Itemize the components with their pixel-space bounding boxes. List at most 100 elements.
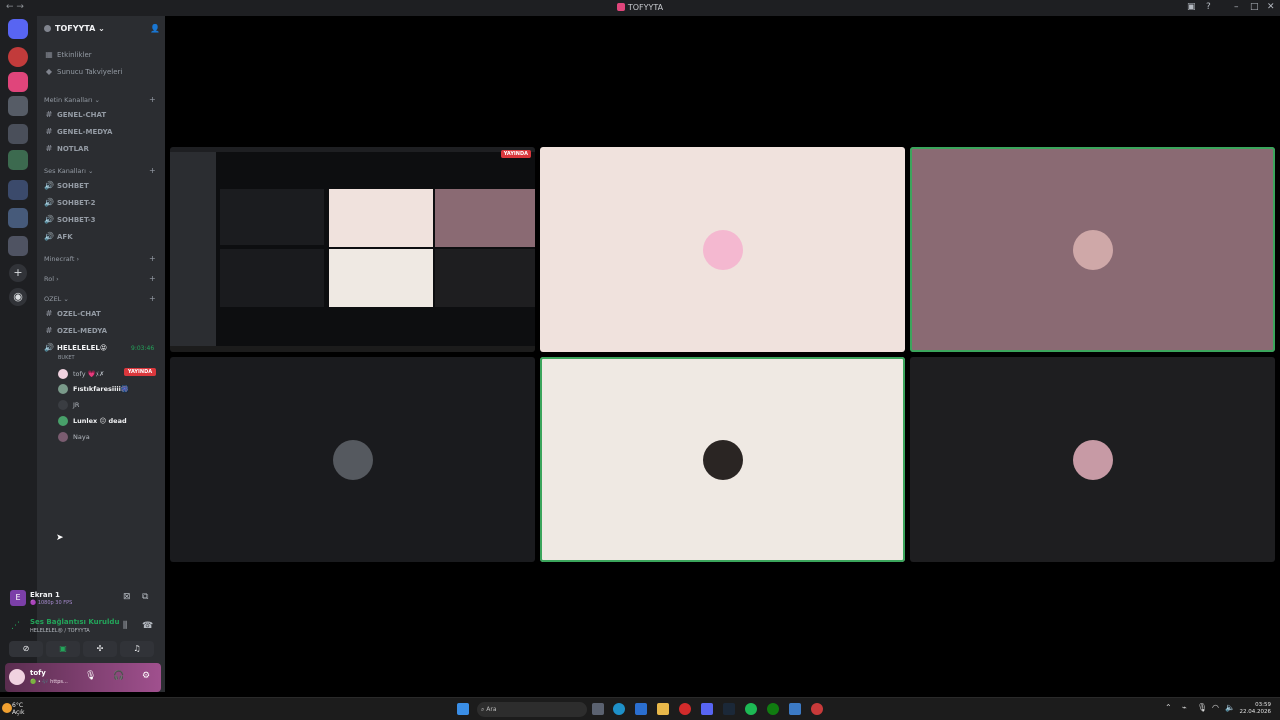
channel-genel-chat[interactable]: # GENEL-CHAT bbox=[44, 110, 107, 119]
participant-tile[interactable] bbox=[540, 357, 905, 562]
maximize-button[interactable]: □ bbox=[1250, 2, 1259, 12]
screen-share-icon[interactable]: ▣ bbox=[46, 641, 80, 657]
sidebar-item-events[interactable]: ▦ Etkinlikler bbox=[44, 50, 91, 59]
server-header[interactable]: TOFYYTA ⌄ bbox=[44, 24, 105, 33]
user-status[interactable]: 🟢 • 🎶 https... bbox=[30, 679, 68, 685]
voice-member[interactable]: JR bbox=[58, 400, 79, 410]
voice-member[interactable]: Lunlex 😐 dead bbox=[58, 416, 127, 426]
server-folder-icon[interactable] bbox=[8, 96, 28, 116]
channel-label: HELELELEL😝 bbox=[57, 344, 108, 352]
network-icon[interactable]: ⌁ bbox=[1182, 703, 1187, 712]
direct-messages-icon[interactable] bbox=[8, 19, 28, 39]
create-channel-icon[interactable]: + bbox=[149, 95, 156, 104]
discord-icon[interactable] bbox=[701, 703, 713, 715]
sidebar-item-boosts[interactable]: ◆ Sunucu Takviyeleri bbox=[44, 67, 122, 76]
voice-member[interactable]: Fıstıkfaresiiii🎆 bbox=[58, 384, 129, 394]
app-icon[interactable] bbox=[811, 703, 823, 715]
server-folder-icon[interactable] bbox=[8, 150, 28, 170]
voice-member[interactable]: tofy 💗ﾒ✗ bbox=[58, 368, 104, 379]
soundboard-icon[interactable]: ♫ bbox=[120, 641, 154, 657]
call-stage: YAYINDA bbox=[165, 16, 1280, 692]
create-channel-icon[interactable]: + bbox=[149, 254, 156, 263]
participant-tile[interactable] bbox=[540, 147, 905, 352]
voice-channel-afk[interactable]: 🔊 AFK bbox=[44, 232, 73, 241]
discover-icon[interactable]: ◉ bbox=[9, 288, 27, 306]
stream-preview-icon: E bbox=[10, 590, 26, 606]
channel-label: OZEL-CHAT bbox=[57, 310, 101, 318]
category-rol[interactable]: Rol › bbox=[44, 275, 59, 283]
channel-notlar[interactable]: # NOTLAR bbox=[44, 144, 89, 153]
volume-icon[interactable]: 🔈 bbox=[1225, 703, 1235, 712]
search-box[interactable]: ⌕ Ara bbox=[477, 702, 587, 717]
stream-tile[interactable]: YAYINDA bbox=[170, 147, 535, 352]
weather-widget[interactable]: 6°C Açık bbox=[12, 702, 24, 716]
clock[interactable]: 03:59 22.04.2026 bbox=[1239, 702, 1272, 716]
camera-off-icon[interactable]: ⊘ bbox=[9, 641, 43, 657]
participant-tile[interactable] bbox=[910, 357, 1275, 562]
username[interactable]: tofy bbox=[30, 669, 46, 677]
help-icon[interactable]: ? bbox=[1206, 2, 1211, 12]
speaker-icon: 🔊 bbox=[44, 343, 54, 352]
weather-text: Açık bbox=[12, 709, 25, 716]
mic-icon[interactable]: 🎙 bbox=[85, 671, 96, 681]
edge-icon[interactable] bbox=[613, 703, 625, 715]
file-explorer-icon[interactable] bbox=[657, 703, 669, 715]
server-folder-icon[interactable] bbox=[8, 208, 28, 228]
category-text-channels[interactable]: Metin Kanalları ⌄ bbox=[44, 96, 100, 104]
minimize-button[interactable]: – bbox=[1234, 2, 1239, 12]
voice-channel-sohbet-3[interactable]: 🔊 SOHBET-3 bbox=[44, 215, 95, 224]
spotify-icon[interactable] bbox=[745, 703, 757, 715]
voice-controls: ⊘ ▣ ✣ ♫ bbox=[5, 641, 161, 657]
channel-genel-medya[interactable]: # GENEL-MEDYA bbox=[44, 127, 113, 136]
speaker-icon: 🔊 bbox=[44, 232, 54, 241]
opera-icon[interactable] bbox=[679, 703, 691, 715]
channel-label: NOTLAR bbox=[57, 145, 89, 153]
server-icon[interactable] bbox=[8, 47, 28, 67]
category-voice-channels[interactable]: Ses Kanalları ⌄ bbox=[44, 167, 93, 175]
server-folder-icon[interactable] bbox=[8, 124, 28, 144]
headphones-icon[interactable]: 🎧 bbox=[113, 671, 124, 681]
mic-tray-icon[interactable]: 🎙 bbox=[1197, 703, 1207, 712]
category-minecraft[interactable]: Minecraft › bbox=[44, 255, 79, 263]
add-server-icon[interactable]: + bbox=[9, 264, 27, 282]
person-plus-icon[interactable]: 👤 bbox=[150, 24, 160, 33]
participant-tile[interactable] bbox=[910, 147, 1275, 352]
voice-channel-sohbet[interactable]: 🔊 SOHBET bbox=[44, 181, 89, 190]
noise-suppression-icon[interactable]: ⫼ bbox=[123, 621, 127, 631]
voice-location[interactable]: HELELELEL😝 / TOFYYTA bbox=[30, 628, 90, 634]
start-icon[interactable] bbox=[457, 703, 469, 715]
server-folder-icon[interactable] bbox=[8, 180, 28, 200]
close-button[interactable]: ✕ bbox=[1267, 2, 1275, 12]
popout-icon[interactable]: ⧉ bbox=[142, 592, 148, 602]
chevron-up-icon[interactable]: ⌃ bbox=[1165, 703, 1172, 712]
xbox-icon[interactable] bbox=[767, 703, 779, 715]
app-icon[interactable] bbox=[789, 703, 801, 715]
voice-channel-active[interactable]: 🔊 HELELELEL😝 bbox=[44, 343, 107, 352]
participant-tile[interactable] bbox=[170, 357, 535, 562]
create-channel-icon[interactable]: + bbox=[149, 294, 156, 303]
voice-member[interactable]: Naya bbox=[58, 432, 90, 442]
voice-status[interactable]: Ses Bağlantısı Kuruldu bbox=[30, 618, 119, 626]
window-title: TOFYYTA bbox=[0, 3, 1280, 12]
voice-channel-sohbet-2[interactable]: 🔊 SOHBET-2 bbox=[44, 198, 95, 207]
settings-icon[interactable]: ⚙ bbox=[142, 671, 150, 681]
inbox-icon[interactable]: ▣ bbox=[1187, 2, 1196, 12]
store-icon[interactable] bbox=[635, 703, 647, 715]
activities-icon[interactable]: ✣ bbox=[83, 641, 117, 657]
speaker-icon: 🔊 bbox=[44, 181, 54, 190]
create-channel-icon[interactable]: + bbox=[149, 274, 156, 283]
signal-icon[interactable]: ⋰ bbox=[11, 621, 20, 631]
server-folder-icon[interactable] bbox=[8, 236, 28, 256]
server-icon-active[interactable] bbox=[8, 72, 28, 92]
stop-stream-icon[interactable]: ⊠ bbox=[123, 592, 131, 602]
channel-ozel-medya[interactable]: # OZEL-MEDYA bbox=[44, 326, 107, 335]
category-ozel[interactable]: OZEL ⌄ bbox=[44, 295, 69, 303]
avatar[interactable] bbox=[9, 669, 25, 685]
disconnect-icon[interactable]: ☎ bbox=[142, 621, 153, 631]
create-channel-icon[interactable]: + bbox=[149, 166, 156, 175]
wifi-icon[interactable]: ◠ bbox=[1212, 703, 1219, 712]
task-view-icon[interactable] bbox=[592, 703, 604, 715]
steam-icon[interactable] bbox=[723, 703, 735, 715]
channel-ozel-chat[interactable]: # OZEL-CHAT bbox=[44, 309, 101, 318]
member-name: Lunlex 😐 dead bbox=[73, 417, 127, 425]
